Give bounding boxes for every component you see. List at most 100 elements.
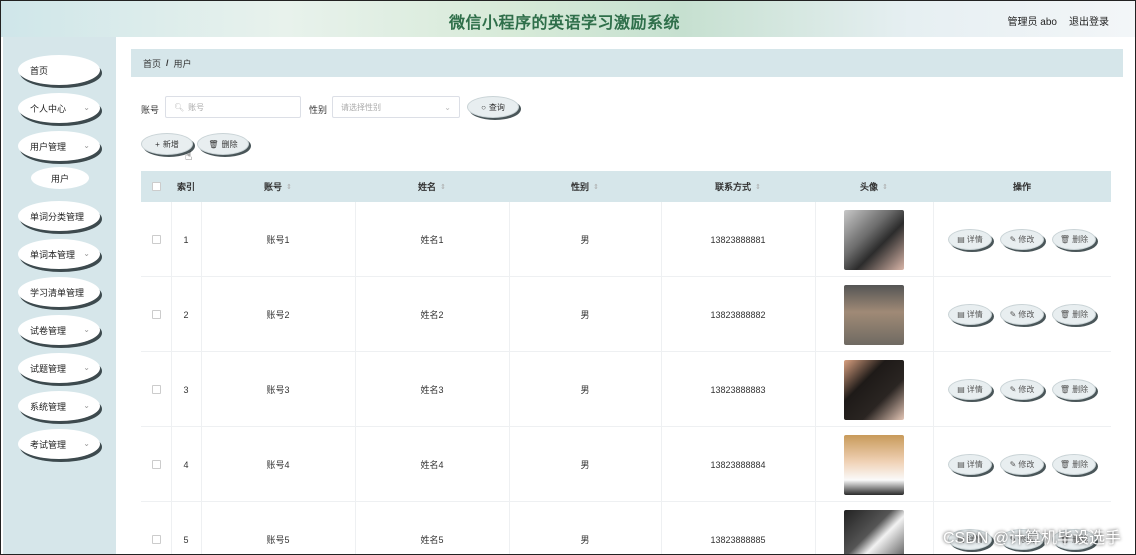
gender-select[interactable]: 请选择性别 ⌄	[332, 96, 460, 118]
column-avatar[interactable]: 头像 ⇕	[815, 171, 933, 202]
row-delete-button[interactable]: 🗑︎ 删除	[1052, 229, 1096, 250]
trash-icon: 🗑︎	[1059, 310, 1071, 319]
cell-phone: 13823888881	[710, 234, 766, 245]
cell-index: 5	[183, 534, 189, 545]
delete-button-label: 删除	[221, 139, 238, 149]
sidebar-item-label: 单词分类管理	[30, 211, 85, 222]
query-button-label: 查询	[488, 102, 505, 112]
cell-name: 姓名2	[420, 310, 444, 320]
row-checkbox[interactable]	[151, 535, 161, 544]
cell-account: 账号1	[266, 235, 290, 245]
row-checkbox[interactable]	[151, 235, 161, 244]
cell-account: 账号5	[266, 535, 290, 545]
table-header: 索引 账号 ⇕ 姓名 ⇕ 性别 ⇕ 联系方式 ⇕ 头像 ⇕ 操作	[141, 171, 1111, 202]
file-icon: ▤	[957, 235, 965, 244]
column-account[interactable]: 账号 ⇕	[201, 171, 355, 202]
main-content: 首页 / 用户 账号 🔍︎ 账号 性别 请选择性别 ⌄ ○ 查询 + 新增 🗑︎…	[129, 47, 1123, 554]
chevron-down-icon: ⌄	[83, 439, 90, 448]
sort-icon: ⇕	[593, 183, 599, 191]
breadcrumb: 首页 / 用户	[131, 49, 1123, 77]
sidebar-item-home[interactable]: 首页	[18, 55, 100, 85]
sidebar-item-label: 学习清单管理	[30, 287, 85, 298]
detail-button[interactable]: ▤ 详情	[948, 229, 992, 250]
cell-phone: 13823888885	[710, 534, 766, 545]
edit-icon: ✎	[1009, 310, 1017, 319]
detail-label: 详情	[966, 310, 983, 319]
sort-icon: ⇕	[440, 183, 446, 191]
detail-button[interactable]: ▤ 详情	[948, 379, 992, 400]
edit-button[interactable]: ✎ 修改	[1000, 379, 1044, 400]
sidebar-item-label: 首页	[30, 65, 49, 76]
sidebar-item-profile[interactable]: 个人中心 ⌄	[18, 93, 100, 123]
sidebar-item-papers[interactable]: 试卷管理 ⌄	[18, 315, 100, 345]
column-label: 账号	[264, 182, 283, 192]
sidebar-item-questions[interactable]: 试题管理 ⌄	[18, 353, 100, 383]
edit-icon: ✎	[1009, 385, 1017, 394]
chevron-down-icon: ⌄	[83, 141, 90, 150]
select-all-cell	[141, 171, 171, 202]
avatar	[844, 509, 904, 554]
chevron-down-icon: ⌄	[83, 103, 90, 112]
sidebar-item-label: 系统管理	[30, 401, 67, 412]
app-title: 微信小程序的英语学习激励系统	[449, 15, 681, 32]
sort-icon: ⇕	[286, 183, 292, 191]
logout-link[interactable]: 退出登录	[1069, 13, 1109, 28]
cell-name: 姓名1	[420, 235, 444, 245]
breadcrumb-current: 用户	[173, 58, 192, 69]
cell-name: 姓名5	[420, 535, 444, 545]
admin-user-label: 管理员 abo	[1007, 17, 1057, 28]
query-button[interactable]: ○ 查询	[467, 96, 519, 118]
row-checkbox[interactable]	[151, 310, 161, 319]
row-checkbox[interactable]	[151, 460, 161, 469]
trash-icon: 🗑︎	[1059, 235, 1071, 244]
edit-button[interactable]: ✎ 修改	[1000, 454, 1044, 475]
sidebar-item-study-list[interactable]: 学习清单管理	[18, 277, 100, 307]
trash-icon: 🗑︎	[208, 139, 219, 149]
sidebar-item-system[interactable]: 系统管理 ⌄	[18, 391, 100, 421]
row-delete-button[interactable]: 🗑︎ 删除	[1052, 454, 1096, 475]
chevron-down-icon: ⌄	[83, 249, 90, 258]
cell-phone: 13823888884	[710, 459, 766, 470]
edit-label: 修改	[1018, 385, 1035, 394]
cell-phone: 13823888883	[710, 384, 766, 395]
edit-button[interactable]: ✎ 修改	[1000, 229, 1044, 250]
cell-gender: 男	[580, 235, 590, 245]
account-search-input[interactable]: 🔍︎ 账号	[165, 96, 301, 118]
cell-name: 姓名3	[420, 385, 444, 395]
delete-label: 删除	[1072, 385, 1089, 394]
sidebar-item-exams[interactable]: 考试管理 ⌄	[18, 429, 100, 459]
row-checkbox[interactable]	[151, 385, 161, 394]
edit-icon: ✎	[1009, 460, 1017, 469]
delete-button[interactable]: 🗑︎ 删除	[197, 133, 249, 155]
sidebar-subitem-user[interactable]: 用户	[31, 167, 89, 189]
cell-account: 账号4	[266, 460, 290, 470]
sidebar-item-label: 个人中心	[30, 103, 67, 114]
detail-button[interactable]: ▤ 详情	[948, 454, 992, 475]
sidebar-item-label: 试题管理	[30, 363, 67, 374]
column-gender[interactable]: 性别 ⇕	[509, 171, 661, 202]
edit-icon: ✎	[1009, 235, 1017, 244]
breadcrumb-separator: /	[166, 58, 169, 68]
select-all-checkbox[interactable]	[151, 182, 161, 191]
sidebar-item-wordbook[interactable]: 单词本管理 ⌄	[18, 239, 100, 269]
delete-label: 删除	[1072, 310, 1089, 319]
cell-index: 2	[183, 309, 189, 320]
account-label: 账号	[141, 105, 160, 115]
cell-account: 账号3	[266, 385, 290, 395]
edit-button[interactable]: ✎ 修改	[1000, 304, 1044, 325]
breadcrumb-home[interactable]: 首页	[143, 57, 161, 70]
chevron-down-icon: ⌄	[444, 102, 451, 112]
column-name[interactable]: 姓名 ⇕	[355, 171, 509, 202]
detail-label: 详情	[966, 385, 983, 394]
cell-gender: 男	[580, 385, 590, 395]
column-phone[interactable]: 联系方式 ⇕	[661, 171, 815, 202]
sidebar-item-label: 单词本管理	[30, 249, 76, 260]
sidebar-item-users[interactable]: 用户管理 ⌄	[18, 131, 100, 161]
add-button-label: 新增	[162, 139, 179, 149]
detail-label: 详情	[966, 460, 983, 469]
row-delete-button[interactable]: 🗑︎ 删除	[1052, 379, 1096, 400]
column-label: 操作	[1012, 182, 1031, 192]
row-delete-button[interactable]: 🗑︎ 删除	[1052, 304, 1096, 325]
detail-button[interactable]: ▤ 详情	[948, 304, 992, 325]
sidebar-item-word-category[interactable]: 单词分类管理	[18, 201, 100, 231]
